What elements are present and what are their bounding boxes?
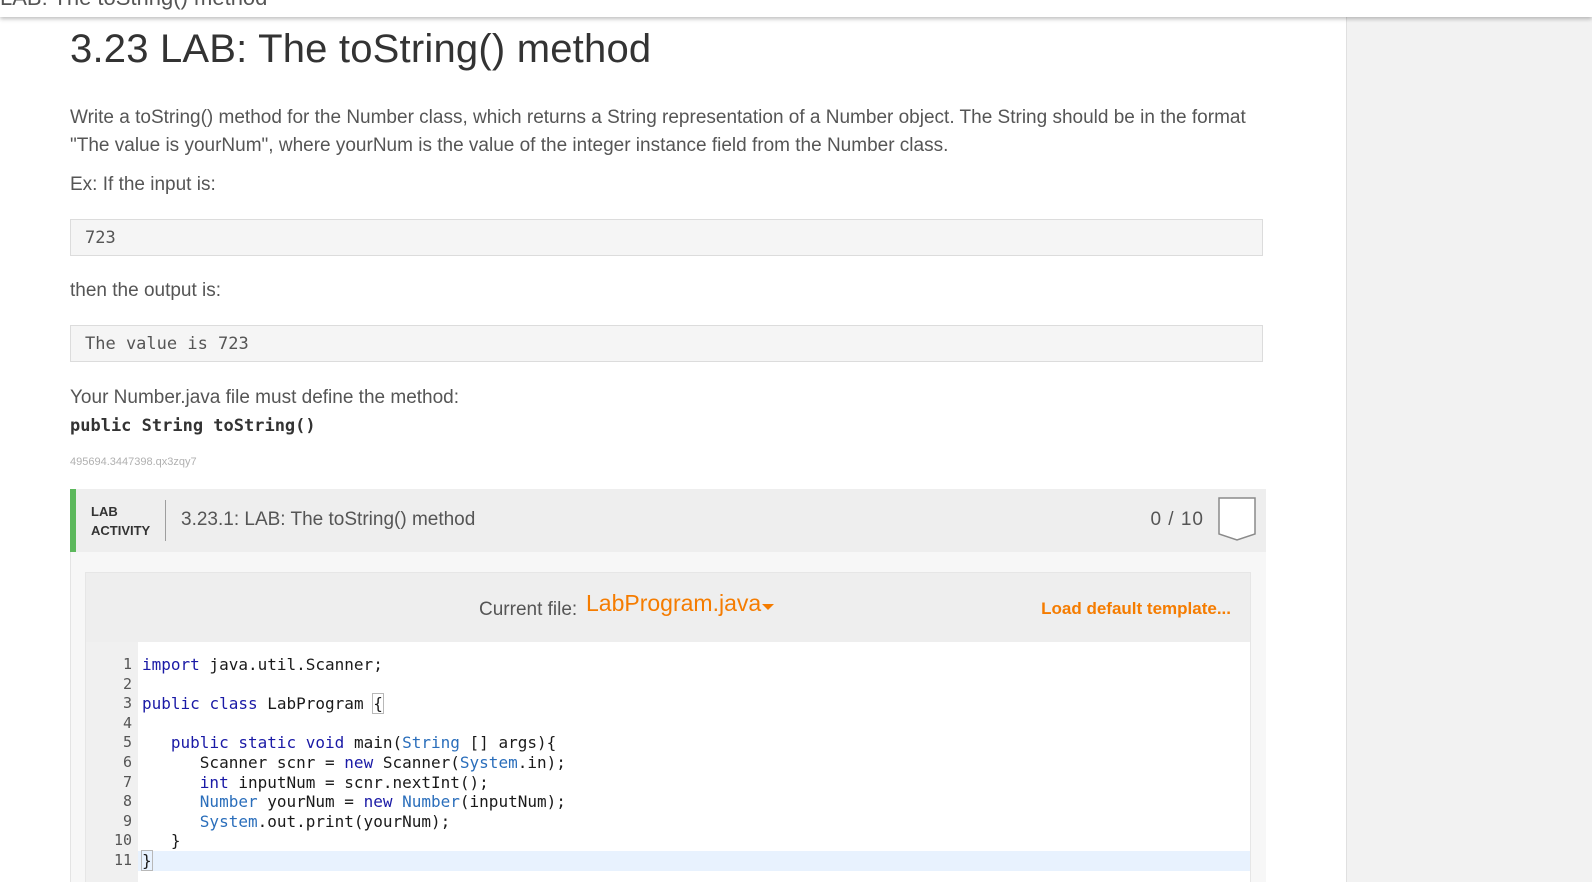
lab-tag-line1: LAB	[91, 504, 118, 519]
code-token: Number	[402, 792, 460, 812]
code-token: static	[238, 733, 297, 753]
line-number: 1	[122, 655, 132, 673]
code-token: }	[142, 831, 181, 851]
line-number: 11	[113, 851, 132, 869]
code-line[interactable]: public class LabProgram {	[142, 693, 384, 715]
lab-activity-header: LAB ACTIVITY 3.23.1: LAB: The toString()…	[70, 489, 1266, 552]
code-token: public	[142, 694, 200, 714]
code-token: Scanner(	[373, 753, 460, 772]
code-token: String	[402, 733, 460, 753]
description-paragraph: Write a toString() method for the Number…	[70, 107, 1246, 156]
lab-activity-title: 3.23.1: LAB: The toString() method	[181, 509, 476, 530]
lab-score: 0 / 10	[1150, 509, 1204, 530]
line-number: 3	[122, 694, 132, 713]
code-line[interactable]: int inputNum = scnr.nextInt();	[142, 773, 489, 793]
content-id: 495694.3447398.qx3zqy7	[70, 456, 197, 468]
example-input-label: Ex: If the input is:	[70, 174, 216, 195]
current-file-label: Current file:	[479, 599, 578, 620]
code-token: System	[459, 753, 518, 772]
code-token: java.util.Scanner;	[199, 655, 383, 674]
code-token: inputNum = scnr.nextInt();	[228, 772, 489, 792]
code-token: System	[199, 811, 258, 831]
line-number: 10	[113, 831, 132, 850]
code-token: Scanner scnr =	[142, 753, 345, 772]
current-file-select[interactable]: LabProgram.java	[586, 590, 761, 617]
editor-toolbar: Current file: LabProgram.java Load defau…	[86, 573, 1250, 642]
method-signature: public String toString()	[70, 416, 316, 436]
top-bar: LAB: The toString() method	[0, 0, 1592, 17]
code-token: [] args){	[459, 733, 557, 753]
line-number: 5	[122, 733, 132, 752]
line-number-gutter: 1 2 3 4 5 6 7 8 9 10 11	[86, 642, 138, 882]
code-token: class	[209, 694, 258, 714]
code-token: {	[372, 693, 384, 715]
code-token: LabProgram	[257, 694, 374, 714]
code-token: }	[141, 850, 153, 871]
code-line[interactable]: Number yourNum = new Number(inputNum);	[142, 792, 566, 812]
example-output-box: The value is 723	[70, 325, 1263, 362]
code-token: import	[142, 655, 200, 674]
method-requirement-text: Your Number.java file must define the me…	[70, 387, 460, 408]
line-number: 7	[122, 772, 132, 791]
line-number: 4	[122, 713, 132, 732]
lab-tag-line2: ACTIVITY	[91, 523, 151, 538]
main-content: 3.23 LAB: The toString() method Write a …	[0, 17, 1346, 882]
code-line[interactable]: Scanner scnr = new Scanner(System.in);	[142, 753, 566, 773]
code-token: void	[305, 733, 345, 753]
code-token: new	[363, 792, 393, 812]
code-token: .out.print(yourNum);	[257, 811, 451, 831]
code-line[interactable]: System.out.print(yourNum);	[142, 812, 450, 832]
lab-activity-tag: LAB ACTIVITY	[91, 502, 150, 540]
right-side-panel	[1346, 17, 1592, 882]
active-line-highlight	[138, 851, 1250, 871]
code-text-area[interactable]: import java.util.Scanner; public class La…	[138, 642, 1250, 882]
load-default-template-link[interactable]: Load default template...	[1041, 599, 1231, 619]
code-line[interactable]: import java.util.Scanner;	[142, 655, 383, 675]
code-token: int	[199, 772, 229, 792]
code-token: yourNum =	[257, 792, 364, 812]
dropdown-caret-icon[interactable]	[762, 604, 774, 610]
line-number: 9	[122, 811, 132, 830]
top-bar-title: LAB: The toString() method	[0, 0, 267, 11]
code-line[interactable]: public static void main(String [] args){	[142, 733, 556, 753]
line-number: 6	[122, 753, 132, 771]
code-token: .in);	[517, 753, 566, 772]
code-token: (inputNum);	[459, 792, 566, 812]
code-line[interactable]: }	[142, 831, 181, 851]
example-input-box: 723	[70, 219, 1263, 256]
line-number: 2	[122, 674, 132, 693]
lab-activity-body: Current file: LabProgram.java Load defau…	[70, 552, 1266, 882]
lab-header-divider	[165, 500, 166, 541]
code-token: main(	[344, 733, 403, 753]
code-editor: Current file: LabProgram.java Load defau…	[85, 572, 1251, 882]
line-number: 8	[122, 792, 132, 811]
code-line[interactable]: }	[141, 850, 153, 871]
page-title: 3.23 LAB: The toString() method	[70, 27, 652, 71]
code-token: Number	[199, 792, 258, 812]
completion-badge-icon	[1218, 497, 1256, 541]
code-token: public	[170, 733, 229, 753]
example-output-label: then the output is:	[70, 280, 222, 301]
code-token: new	[344, 753, 374, 772]
